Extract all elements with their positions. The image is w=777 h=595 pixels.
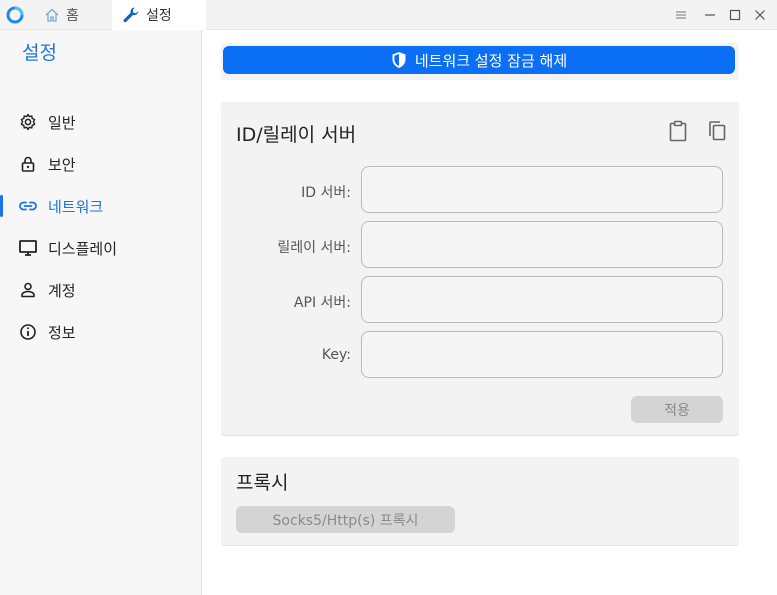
menu-button[interactable] (673, 7, 689, 23)
api-server-label: API 서버: (293, 295, 351, 311)
copy-icon (709, 121, 726, 141)
minimize-icon (705, 14, 715, 16)
wrench-icon (123, 7, 139, 23)
link-icon (18, 196, 38, 216)
id-server-input[interactable] (361, 166, 723, 213)
key-label: Key: (321, 347, 351, 363)
relay-server-label: 릴레이 서버: (277, 240, 351, 256)
shield-icon (392, 52, 406, 68)
title-bar: 홈 설정 (0, 0, 777, 30)
tab-home[interactable]: 홈 (36, 0, 112, 30)
sidebar-item-general[interactable]: 일반 (0, 102, 201, 142)
sidebar-item-network[interactable]: 네트워크 (0, 186, 201, 226)
sidebar: 설정 일반 보안 네트워크 디스플레이 계정 정보 (0, 30, 202, 595)
sidebar-item-about[interactable]: 정보 (0, 312, 201, 352)
hamburger-icon (676, 11, 686, 19)
tab-home-label: 홈 (66, 8, 79, 24)
card-title: ID/릴레이 서버 (236, 124, 357, 146)
clipboard-icon (669, 120, 687, 142)
sidebar-item-label: 네트워크 (48, 197, 104, 216)
minimize-button[interactable] (702, 7, 718, 23)
sidebar-item-label: 디스플레이 (48, 239, 118, 258)
tab-settings-label: 설정 (146, 8, 172, 24)
sidebar-item-account[interactable]: 계정 (0, 270, 201, 310)
app-logo-icon (6, 6, 24, 24)
copy-button[interactable] (706, 120, 728, 142)
sidebar-item-display[interactable]: 디스플레이 (0, 228, 201, 268)
info-icon (18, 322, 38, 342)
close-button[interactable] (752, 7, 768, 23)
main-content: 네트워크 설정 잠금 해제 ID/릴레이 서버 ID 서버: 릴레이 서버: A… (202, 30, 777, 595)
tab-settings[interactable]: 설정 (112, 0, 206, 30)
relay-server-input[interactable] (361, 221, 723, 268)
sidebar-item-security[interactable]: 보안 (0, 144, 201, 184)
id-server-label: ID 서버: (301, 185, 351, 201)
sidebar-title: 설정 (22, 42, 57, 64)
lock-icon (18, 154, 38, 174)
unlock-button-label: 네트워크 설정 잠금 해제 (414, 51, 568, 70)
gear-icon (18, 112, 38, 132)
id-relay-server-card: ID/릴레이 서버 ID 서버: 릴레이 서버: API 서버: Key: 적용 (221, 102, 739, 435)
key-input[interactable] (361, 331, 723, 378)
unlock-network-settings-button[interactable]: 네트워크 설정 잠금 해제 (223, 46, 735, 74)
home-icon (45, 8, 59, 22)
api-server-input[interactable] (361, 276, 723, 323)
sidebar-item-label: 보안 (48, 155, 76, 174)
proxy-card: 프록시 Socks5/Http(s) 프록시 (221, 457, 739, 545)
sidebar-item-label: 계정 (48, 281, 76, 300)
paste-button[interactable] (667, 120, 689, 142)
sidebar-item-label: 정보 (48, 323, 76, 342)
person-icon (18, 280, 38, 300)
unlock-section: 네트워크 설정 잠금 해제 (221, 43, 739, 80)
monitor-icon (18, 238, 38, 258)
maximize-button[interactable] (727, 7, 743, 23)
apply-button[interactable]: 적용 (631, 396, 723, 423)
socks5-proxy-button[interactable]: Socks5/Http(s) 프록시 (236, 506, 455, 533)
close-icon (755, 10, 765, 20)
maximize-icon (729, 9, 741, 21)
card-title: 프록시 (236, 472, 289, 494)
sidebar-item-label: 일반 (48, 113, 76, 132)
